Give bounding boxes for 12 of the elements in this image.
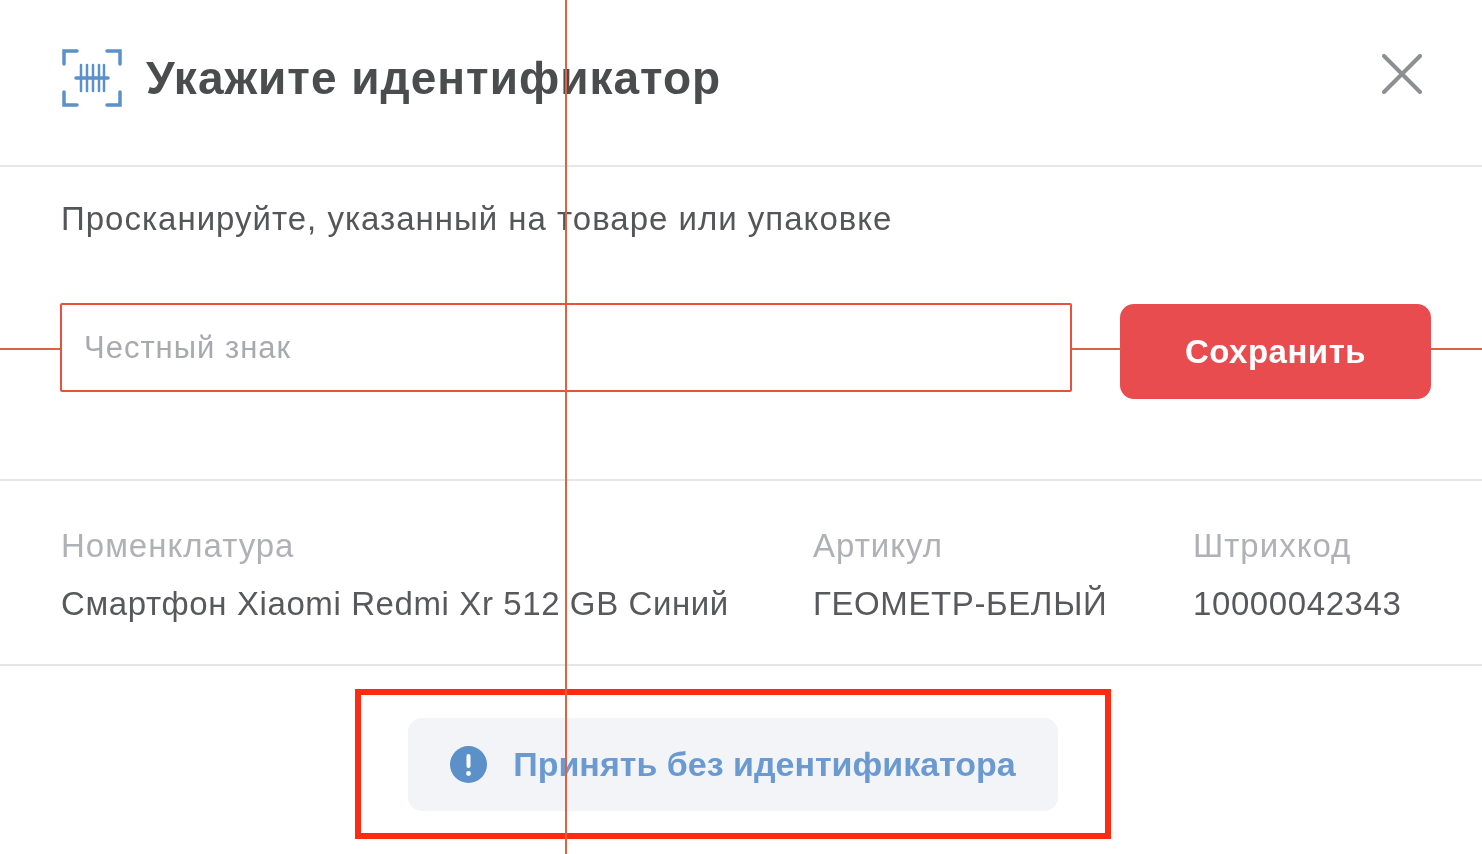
detail-label: Штрихкод [1193,527,1353,565]
detail-label: Артикул [813,527,945,565]
identifier-input[interactable]: Честный знак [60,303,1072,392]
detail-value: Смартфон Xiaomi Redmi Xr 512 GB Синий [61,585,730,623]
close-button[interactable] [1380,51,1424,96]
close-icon [1382,53,1422,94]
save-button[interactable]: Сохранить [1120,304,1431,399]
exclamation-icon [450,745,488,783]
detail-value: 10000042343 [1193,585,1403,623]
detail-label: Номенклатура [61,527,296,565]
barcode-scan-icon [62,47,122,108]
detail-value: ГЕОМЕТР-БЕЛЫЙ [813,585,1109,623]
